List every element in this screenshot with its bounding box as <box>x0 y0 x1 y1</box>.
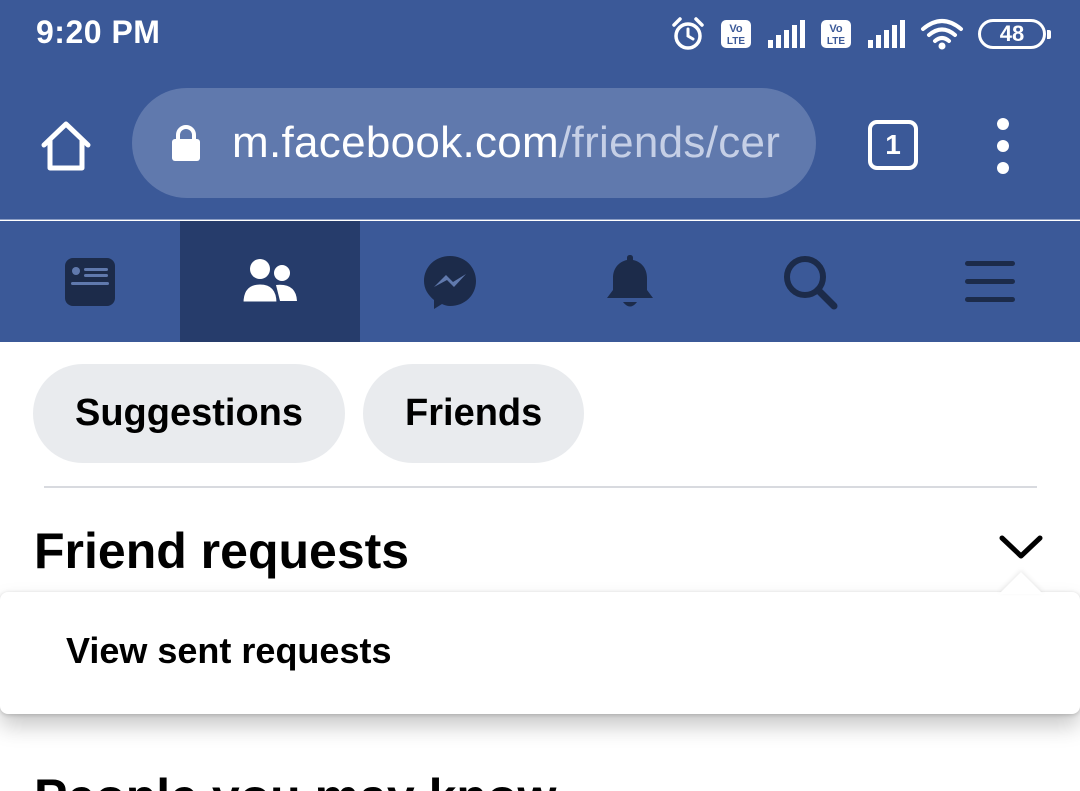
nav-friends[interactable] <box>180 221 360 342</box>
friends-icon <box>240 258 297 304</box>
bell-icon <box>607 254 653 306</box>
nav-search[interactable] <box>720 221 900 342</box>
status-bar: 9:20 PM Vo LTE Vo LTE 48 <box>0 0 1080 70</box>
divider <box>44 486 1037 488</box>
svg-text:LTE: LTE <box>827 36 845 47</box>
nav-messenger[interactable] <box>360 221 540 342</box>
url-text: m.facebook.com/friends/cer <box>232 118 780 168</box>
nav-menu[interactable] <box>900 221 1080 342</box>
home-button[interactable] <box>38 118 94 174</box>
news-feed-icon <box>65 257 115 306</box>
chip-friends[interactable]: Friends <box>363 364 585 463</box>
svg-text:LTE: LTE <box>727 36 745 47</box>
chip-suggestions[interactable]: Suggestions <box>33 364 346 463</box>
messenger-icon <box>424 255 476 309</box>
svg-text:Vo: Vo <box>729 23 743 35</box>
battery-level: 48 <box>999 21 1025 46</box>
volte-icon: Vo LTE <box>720 18 752 50</box>
browser-toolbar: m.facebook.com/friends/cer 1 <box>0 70 1080 220</box>
options-dropdown: View sent requests <box>0 572 1080 714</box>
volte-icon: Vo LTE <box>820 18 852 50</box>
more-vertical-icon[interactable] <box>990 118 1016 174</box>
next-section-title: People you may know <box>34 768 556 791</box>
tabs-button[interactable]: 1 <box>868 120 918 170</box>
signal-icon <box>866 18 906 50</box>
nav-news-feed[interactable] <box>0 221 180 342</box>
view-sent-requests-item[interactable]: View sent requests <box>66 630 391 672</box>
hamburger-icon <box>965 260 1015 302</box>
signal-icon <box>766 18 806 50</box>
tab-count: 1 <box>885 129 901 160</box>
section-title: Friend requests <box>34 523 410 579</box>
nav-notifications[interactable] <box>540 221 720 342</box>
friends-filter-chips: Suggestions Friends <box>33 364 585 463</box>
url-host: m.facebook.com <box>232 118 560 167</box>
status-icons: Vo LTE Vo LTE 48 <box>670 14 1051 54</box>
dropdown-caret <box>999 572 1043 594</box>
search-icon <box>784 255 838 309</box>
home-icon <box>41 121 91 171</box>
status-time: 9:20 PM <box>36 14 161 50</box>
lock-icon <box>170 124 202 167</box>
facebook-nav-bar <box>0 221 1080 342</box>
url-path: /friends/cer <box>559 118 781 167</box>
chevron-down-icon[interactable] <box>998 532 1044 562</box>
wifi-icon <box>920 17 964 51</box>
address-bar[interactable]: m.facebook.com/friends/cer <box>132 88 816 198</box>
svg-text:Vo: Vo <box>829 23 843 35</box>
battery-icon: 48 <box>978 19 1051 49</box>
alarm-icon <box>670 16 706 52</box>
